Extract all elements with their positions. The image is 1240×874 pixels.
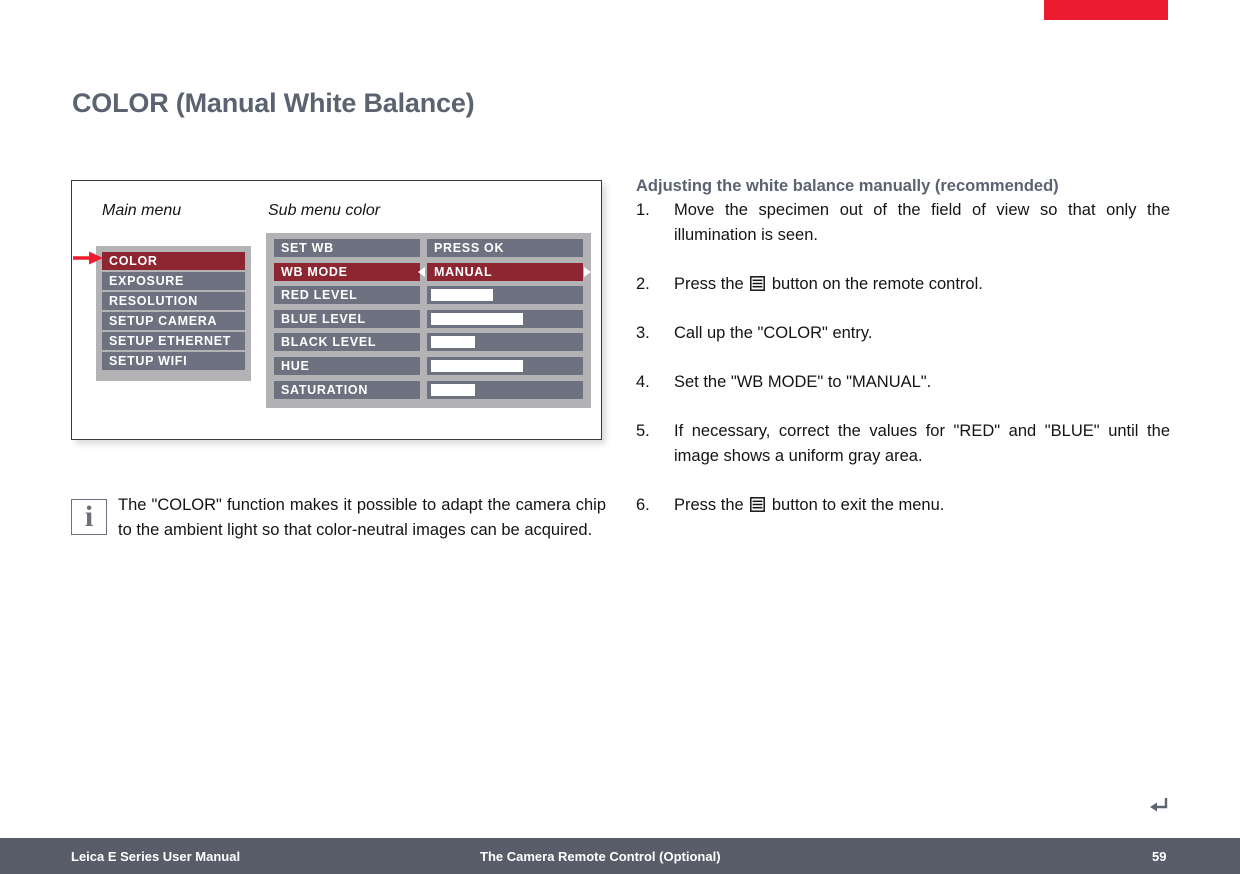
main-menu-item-color[interactable]: COLOR [102,252,245,270]
step-text-before: Press the [674,275,749,293]
sub-menu-label: SATURATION [274,380,420,399]
sub-menu-row-black-level[interactable]: BLACK LEVEL [266,333,591,352]
sub-menu-row-hue[interactable]: HUE [266,357,591,375]
step-text: If necessary, correct the values for "RE… [674,422,1170,465]
step-number: 5. [636,422,650,440]
chevron-right-icon[interactable] [584,266,591,277]
instructions-steps: 1. Move the specimen out of the field of … [636,198,1170,518]
sub-menu-value[interactable] [427,380,583,399]
slider-fill [431,383,476,396]
figure-caption-main-menu: Main menu [102,202,182,219]
chevron-left-icon[interactable] [418,266,425,277]
sub-menu-panel: SET WB PRESS OK WB MODE MANUAL RED LEVEL BLUE… [266,233,591,408]
figure-caption-sub-menu: Sub menu color [268,202,381,219]
sub-menu-value[interactable] [427,357,583,375]
sub-menu-row-set-wb[interactable]: SET WB PRESS OK [266,239,591,257]
step-text: Press the button to exit the menu. [674,493,1170,518]
sub-menu-row-wb-mode[interactable]: WB MODE MANUAL [266,262,591,281]
step-text: Press the button on the remote control. [674,272,1170,297]
sub-menu-label: BLACK LEVEL [274,333,420,352]
menu-button-icon [750,497,766,512]
instructions-heading: Adjusting the white balance manually (re… [636,177,1059,195]
sub-menu-label: BLUE LEVEL [274,309,420,328]
step-text-before: Press the [674,496,749,514]
step-number: 1. [636,201,650,219]
step-number: 3. [636,324,650,342]
instruction-step: 2. Press the button on the remote control… [636,272,1170,297]
sub-menu-row-blue-level[interactable]: BLUE LEVEL [266,309,591,328]
instruction-step: 1. Move the specimen out of the field of … [636,198,1170,248]
page-footer: Leica E Series User Manual The Camera Re… [0,838,1240,874]
sub-menu-label: HUE [274,357,420,375]
top-red-marker-bar [1044,0,1168,20]
sub-menu-value[interactable] [427,333,583,352]
red-arrow-right-icon [73,251,103,265]
main-menu-panel: COLOR EXPOSURE RESOLUTION SETUP CAMERA SETUP… [96,246,251,381]
menu-button-icon [750,276,766,291]
step-number: 4. [636,373,650,391]
info-icon: i [71,499,107,535]
instruction-step: 4. Set the "WB MODE" to "MANUAL". [636,370,1170,395]
page-title: COLOR (Manual White Balance) [72,88,475,119]
step-text: Move the specimen out of the field of vi… [674,201,1170,244]
footer-manual-title: Leica E Series User Manual [71,849,241,864]
instruction-step: 6. Press the button to exit the menu. [636,493,1170,518]
main-menu-item-setup-ethernet[interactable]: SETUP ETHERNET [102,332,245,350]
step-number: 6. [636,496,650,514]
footer-page-number: 59 [1152,849,1167,864]
sub-menu-value[interactable]: PRESS OK [427,239,583,257]
sub-menu-value[interactable] [427,286,583,305]
step-text: Set the "WB MODE" to "MANUAL". [674,373,932,391]
sub-menu-label: WB MODE [274,262,420,281]
info-note-text: The "COLOR" function makes it possible t… [118,496,606,539]
main-menu-item-exposure[interactable]: EXPOSURE [102,272,245,290]
instructions-block: Adjusting the white balance manually (re… [636,177,1170,542]
menu-diagram-figure: Main menu Sub menu color COLOR EXPOSURE RE… [71,180,602,440]
slider-fill [431,336,476,349]
main-menu-item-setup-wifi[interactable]: SETUP WIFI [102,352,245,370]
step-text: Call up the "COLOR" entry. [674,324,873,342]
instruction-step: 5. If necessary, correct the values for "… [636,419,1170,469]
sub-menu-label: RED LEVEL [274,286,420,305]
sub-menu-row-red-level[interactable]: RED LEVEL [266,286,591,305]
sub-menu-row-saturation[interactable]: SATURATION [266,380,591,399]
main-menu-item-resolution[interactable]: RESOLUTION [102,292,245,310]
step-number: 2. [636,275,650,293]
footer-chapter-title: The Camera Remote Control (Optional) [480,849,721,864]
step-text-after: button to exit the menu. [767,496,945,514]
sub-menu-value[interactable]: MANUAL [427,262,583,281]
slider-fill [431,289,494,302]
slider-fill [431,360,523,372]
return-arrow-icon [1150,798,1168,812]
instruction-step: 3. Call up the "COLOR" entry. [636,321,1170,346]
main-menu-item-setup-camera[interactable]: SETUP CAMERA [102,312,245,330]
step-text-after: button on the remote control. [767,275,983,293]
slider-fill [431,312,523,325]
sub-menu-label: SET WB [274,239,420,257]
sub-menu-value[interactable] [427,309,583,328]
